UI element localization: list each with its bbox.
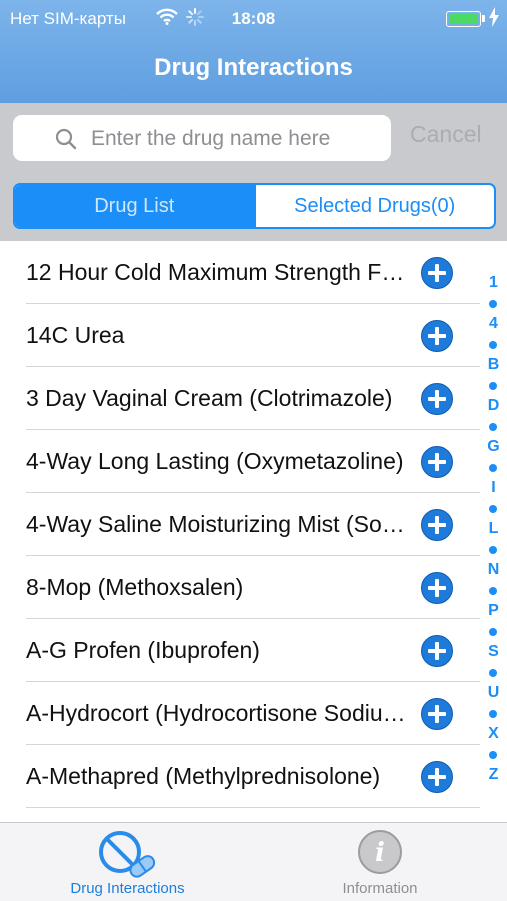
navigation-header: Нет SIM-карты 18:08 Drug Interactions [0,0,507,103]
list-item[interactable]: 8-Mop (Methoxsalen) [0,556,480,619]
add-drug-button[interactable] [421,383,453,415]
page-title: Drug Interactions [154,54,353,81]
drug-name: 4-Way Saline Moisturizing Mist (Sodium C… [26,511,412,537]
tab-information[interactable]: i Information [300,823,460,901]
drug-name: 8-Mop (Methoxsalen) [26,574,244,600]
add-drug-button[interactable] [421,446,453,478]
index-dot [489,669,497,677]
svg-text:i: i [375,838,385,868]
drug-name: 4-Way Long Lasting (Oxymetazoline) [26,448,404,474]
index-letter[interactable]: D [480,397,507,415]
drug-name: 12 Hour Cold Maximum Strength Formula [26,259,412,285]
index-dot [489,587,497,595]
list-item[interactable]: 3 Day Vaginal Cream (Clotrimazole) [0,367,480,430]
list-item[interactable]: A-Methapred (Methylprednisolone) [0,745,480,808]
segment-drug-list[interactable]: Drug List [15,185,254,227]
status-bar: Нет SIM-карты 18:08 [0,0,507,36]
add-drug-button[interactable] [421,257,453,289]
battery-icon [446,11,481,27]
segment-selected-drugs[interactable]: Selected Drugs(0) [253,185,495,227]
search-input[interactable] [89,121,383,157]
tab-label: Drug Interactions [70,880,185,897]
list-item[interactable]: 4-Way Saline Moisturizing Mist (Sodium C… [0,493,480,556]
tab-drug-interactions[interactable]: Drug Interactions [40,823,215,901]
index-letter[interactable]: B [480,356,507,374]
drug-name: A-Methapred (Methylprednisolone) [26,763,381,789]
list-item[interactable]: A-G Profen (Ibuprofen) [0,619,480,682]
index-dot [489,751,497,759]
index-letter[interactable]: Z [480,766,507,784]
list-item[interactable]: 4-Way Long Lasting (Oxymetazoline) [0,430,480,493]
pill-prohibited-icon [99,831,156,878]
add-drug-button[interactable] [421,635,453,667]
index-dot [489,382,497,390]
drug-name: A-Hydrocort (Hydrocortisone Sodium Succi… [26,700,412,726]
index-letter[interactable]: G [480,438,507,456]
drug-name: 3 Day Vaginal Cream (Clotrimazole) [26,385,393,411]
add-drug-button[interactable] [421,572,453,604]
index-letter[interactable]: P [480,602,507,620]
index-dot [489,628,497,636]
drug-name: A-G Profen (Ibuprofen) [26,637,260,663]
index-letter[interactable]: 4 [480,315,507,333]
add-drug-button[interactable] [421,320,453,352]
index-letter[interactable]: L [480,520,507,538]
index-dot [489,464,497,472]
index-dot [489,546,497,554]
index-dot [489,710,497,718]
drug-name: 14C Urea [26,322,125,348]
index-dot [489,423,497,431]
row-divider [26,807,480,808]
search-field[interactable] [13,115,391,161]
list-item[interactable]: A-Hydrocort (Hydrocortisone Sodium Succi… [0,682,480,745]
tab-bar: Drug Interactions i Information [0,822,507,901]
cancel-button[interactable]: Cancel [410,121,482,148]
index-letter[interactable]: I [480,479,507,497]
index-letter[interactable]: U [480,684,507,702]
add-drug-button[interactable] [421,698,453,730]
status-time: 18:08 [231,9,276,28]
add-drug-button[interactable] [421,761,453,793]
index-letter[interactable]: S [480,643,507,661]
segmented-control: Drug List Selected Drugs(0) [13,183,496,229]
list-item[interactable]: 12 Hour Cold Maximum Strength Formula [0,241,480,304]
index-letter[interactable]: X [480,725,507,743]
charging-icon [489,7,499,32]
index-dot [489,505,497,513]
info-icon: i [358,830,402,874]
index-dot [489,300,497,308]
search-icon [55,128,77,150]
index-letter[interactable]: 1 [480,274,507,292]
list-item[interactable]: 14C Urea [0,304,480,367]
search-area: Cancel Drug List Selected Drugs(0) [0,103,507,241]
battery-tip [482,15,485,22]
add-drug-button[interactable] [421,509,453,541]
index-dot [489,341,497,349]
tab-label: Information [342,880,418,897]
index-letter[interactable]: N [480,561,507,579]
